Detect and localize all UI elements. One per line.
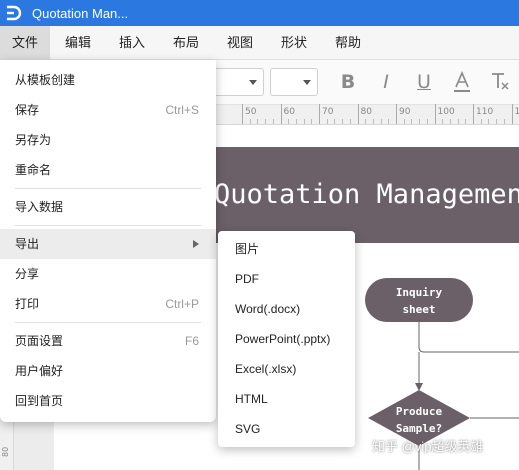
inquiry-sheet-label: Inquiry sheet xyxy=(395,286,443,316)
menu-item-label: 页面设置 xyxy=(15,334,64,348)
menu-item-label: 分享 xyxy=(15,267,40,281)
menu-divider xyxy=(15,225,201,226)
menu-item-label: 回到首页 xyxy=(15,394,64,408)
menu-item-label: 用户偏好 xyxy=(15,364,64,378)
menu-item-preferences[interactable]: 用户偏好 xyxy=(0,356,216,386)
shortcut-label: Ctrl+P xyxy=(165,297,199,311)
file-menu: 从模板创建 保存 Ctrl+S 另存为 重命名 导入数据 导出 分享 打印 Ctrl… xyxy=(0,60,216,422)
export-word[interactable]: Word(.docx) xyxy=(218,294,355,324)
menu-item-back-to-home[interactable]: 回到首页 xyxy=(0,386,216,416)
menu-item-new-from-template[interactable]: 从模板创建 xyxy=(0,65,216,95)
menu-item-label: 从模板创建 xyxy=(15,73,76,87)
menu-item-label: 重命名 xyxy=(15,163,52,177)
menu-item-rename[interactable]: 重命名 xyxy=(0,155,216,185)
menu-item-label: 另存为 xyxy=(15,133,52,147)
menu-item-label: 导出 xyxy=(15,237,40,251)
menu-divider xyxy=(15,322,201,323)
export-pdf[interactable]: PDF xyxy=(218,264,355,294)
menu-item-page-setup[interactable]: 页面设置 F6 xyxy=(0,326,216,356)
menu-item-export[interactable]: 导出 xyxy=(0,229,216,259)
export-powerpoint[interactable]: PowerPoint(.pptx) xyxy=(218,324,355,354)
connector-line xyxy=(418,322,519,353)
export-svg[interactable]: SVG xyxy=(218,414,355,444)
export-submenu: 图片 PDF Word(.docx) PowerPoint(.pptx) Exc… xyxy=(218,231,355,447)
export-excel[interactable]: Excel(.xlsx) xyxy=(218,354,355,384)
menu-item-print[interactable]: 打印 Ctrl+P xyxy=(0,289,216,319)
menu-item-save-as[interactable]: 另存为 xyxy=(0,125,216,155)
menu-item-label: 导入数据 xyxy=(15,200,64,214)
arrow-head-icon xyxy=(415,383,423,391)
menu-item-label: 保存 xyxy=(15,103,40,117)
chevron-right-icon xyxy=(193,240,199,248)
menu-divider xyxy=(15,188,201,189)
export-html[interactable]: HTML xyxy=(218,384,355,414)
menu-item-save[interactable]: 保存 Ctrl+S xyxy=(0,95,216,125)
watermark: 知乎 @vip超级英雄 xyxy=(372,439,484,454)
produce-sample-label: Produce Sample? xyxy=(395,405,443,435)
shortcut-label: Ctrl+S xyxy=(165,103,199,117)
menu-item-label: 打印 xyxy=(15,297,40,311)
menu-item-share[interactable]: 分享 xyxy=(0,259,216,289)
menu-item-import-data[interactable]: 导入数据 xyxy=(0,192,216,222)
export-image[interactable]: 图片 xyxy=(218,234,355,264)
shortcut-label: F6 xyxy=(184,334,199,348)
